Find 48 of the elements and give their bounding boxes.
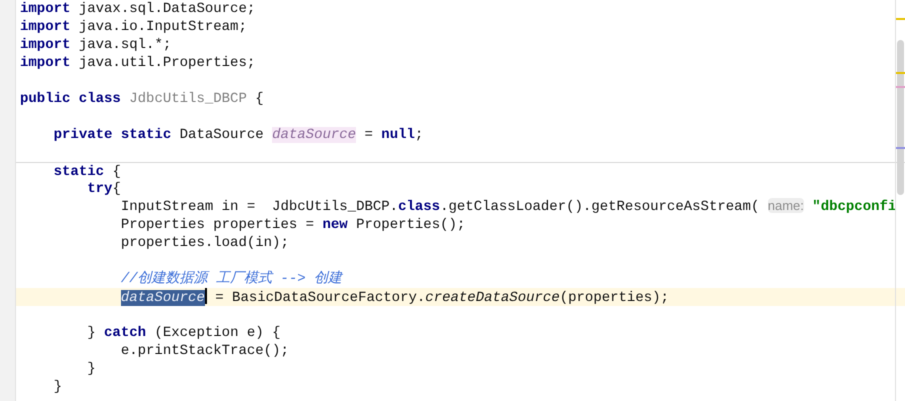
code-text: e.printStackTrace(); (120, 343, 289, 359)
code-keyword: new (322, 217, 348, 233)
error-stripe-mark (896, 72, 905, 74)
code-keyword: try (87, 181, 112, 197)
scrollbar[interactable] (895, 0, 905, 401)
code-text: { (112, 181, 121, 197)
selected-text: dataSource (120, 290, 205, 306)
class-name: JdbcUtils_DBCP (129, 91, 247, 107)
code-text: } (87, 361, 96, 377)
parameter-hint: name: (768, 198, 804, 213)
code-keyword: import (20, 1, 70, 17)
code-keyword: import (20, 19, 70, 35)
code-keyword: static (54, 164, 104, 180)
code-text: } (87, 325, 97, 341)
code-text: Properties(); (356, 217, 466, 233)
code-text: = (364, 127, 374, 143)
code-text: (Exception e) { (154, 325, 280, 341)
code-text: properties.load(in); (120, 235, 289, 251)
code-text: Properties properties = (120, 217, 316, 233)
code-comment: //创建数据源 工厂模式 --> 创建 (120, 271, 342, 287)
error-stripe-mark (896, 86, 905, 88)
code-keyword: null (381, 127, 415, 143)
code-text: { (112, 164, 121, 180)
code-keyword: catch (104, 325, 146, 341)
code-text: InputStream in = JdbcUtils_DBCP. (120, 199, 398, 215)
error-stripe-mark (896, 18, 905, 20)
code-text: DataSource (180, 127, 265, 143)
code-text: (properties); (560, 290, 669, 306)
code-text: java.sql.*; (78, 37, 172, 53)
scrollbar-thumb[interactable] (897, 40, 904, 195)
code-text: java.io.InputStream; (78, 19, 247, 35)
code-keyword: import (20, 37, 70, 53)
code-text: javax.sql.DataSource; (78, 1, 256, 17)
code-text: } (54, 379, 62, 395)
method-name: createDataSource (425, 290, 560, 306)
code-keyword: class (398, 199, 440, 215)
error-stripe-mark (896, 147, 905, 149)
code-keyword: public class (20, 91, 121, 107)
code-text: .getClassLoader().getResourceAsStream( (440, 199, 760, 215)
string-literal: "dbcpconfi (812, 199, 896, 215)
field-name: dataSource (272, 127, 356, 143)
code-text: = BasicDataSourceFactory. (215, 290, 426, 306)
text-caret (204, 288, 207, 304)
code-text: { (255, 91, 264, 107)
code-text: java.util.Properties; (78, 55, 256, 71)
code-keyword: private static (54, 127, 172, 143)
code-keyword: import (20, 55, 70, 71)
code-text: ; (414, 127, 424, 143)
